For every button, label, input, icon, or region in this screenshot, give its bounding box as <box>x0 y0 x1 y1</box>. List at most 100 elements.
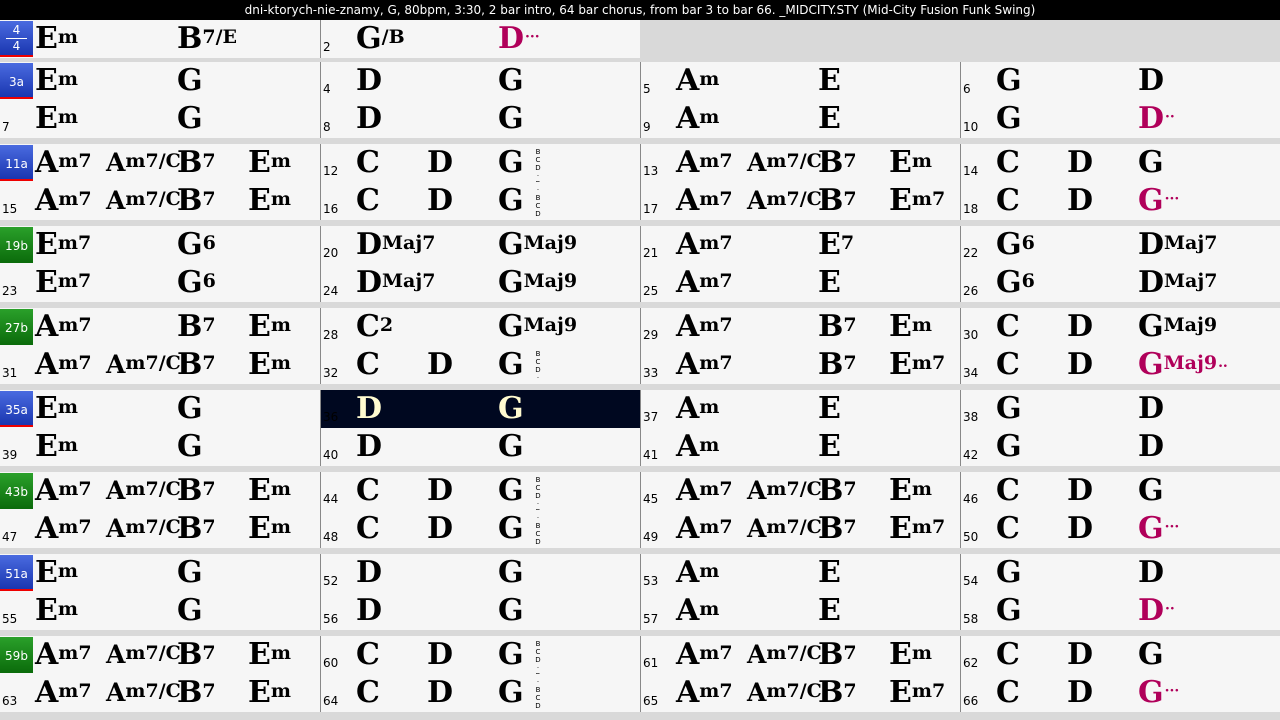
chord-symbol[interactable]: GMaj9 <box>1138 310 1217 344</box>
bar-cell[interactable]: 58 G D·· <box>960 592 1280 630</box>
chord-symbol[interactable]: D <box>1067 146 1093 180</box>
chord-symbol[interactable]: G <box>498 676 524 710</box>
chord-symbol[interactable]: Em <box>35 392 78 426</box>
bar-cell[interactable]: 53 Am E <box>640 554 960 592</box>
section-marker[interactable]: 3a <box>0 63 33 99</box>
chord-symbol[interactable]: G <box>498 430 524 464</box>
chord-symbol[interactable]: Am <box>676 430 719 464</box>
chord-symbol[interactable]: Am7 <box>35 146 92 180</box>
chord-symbol[interactable]: C <box>356 676 380 710</box>
chord-symbol[interactable]: Em <box>889 310 932 344</box>
bar-cell[interactable]: 50 C D G··· <box>960 510 1280 548</box>
chord-symbol[interactable]: Am7 <box>676 512 733 546</box>
bar-cell[interactable]: 48 C D G · B C D · <box>320 510 640 548</box>
section-marker[interactable]: 19b <box>0 227 33 263</box>
chord-symbol[interactable]: Em <box>248 638 291 672</box>
bar-cell[interactable]: 66 C D G··· <box>960 674 1280 712</box>
chord-symbol[interactable]: Am7/C <box>747 638 822 672</box>
chord-symbol[interactable]: D·· <box>1138 102 1175 136</box>
chord-symbol[interactable]: G <box>996 594 1022 628</box>
bar-cell[interactable]: 21 Am7 E7 <box>640 226 960 264</box>
chord-symbol[interactable]: C <box>996 146 1020 180</box>
chord-symbol[interactable]: G <box>1138 474 1164 508</box>
chord-symbol[interactable]: G <box>177 556 203 590</box>
chord-symbol[interactable]: G <box>498 184 524 218</box>
chord-symbol[interactable]: G <box>498 474 524 508</box>
chord-symbol[interactable]: Am <box>676 64 719 98</box>
bar-cell[interactable]: 65 Am7 Am7/C B7 Em7 <box>640 674 960 712</box>
chord-symbol[interactable]: C <box>356 512 380 546</box>
chord-symbol[interactable]: D <box>356 594 382 628</box>
chord-symbol[interactable]: G <box>498 638 524 672</box>
bar-cell[interactable]: 45 Am7 Am7/C B7 Em <box>640 472 960 510</box>
chord-symbol[interactable]: B7 <box>177 676 216 710</box>
chord-symbol[interactable]: Am7 <box>676 348 733 382</box>
section-marker[interactable]: 11a <box>0 145 33 181</box>
chord-symbol[interactable]: B7 <box>177 310 216 344</box>
chord-symbol[interactable]: G <box>498 512 524 546</box>
bar-cell[interactable]: 18 C D G··· <box>960 182 1280 220</box>
chord-symbol[interactable]: G··· <box>1138 512 1179 546</box>
chord-symbol[interactable]: B7 <box>818 474 857 508</box>
bar-cell[interactable]: 10 G D·· <box>960 100 1280 138</box>
bar-cell[interactable]: 30 C D GMaj9 <box>960 308 1280 346</box>
bar-cell[interactable]: 62 C D G <box>960 636 1280 674</box>
bar-cell[interactable]: 15 Am7 Am7/C B7 Em <box>0 182 320 220</box>
chord-symbol[interactable]: E <box>818 102 841 136</box>
bar-cell[interactable]: 33 Am7 B7 Em7 <box>640 346 960 384</box>
chord-symbol[interactable]: C <box>356 184 380 218</box>
chord-symbol[interactable]: G <box>996 556 1022 590</box>
chord-symbol[interactable]: D <box>1138 64 1164 98</box>
bar-cell[interactable]: 17 Am7 Am7/C B7 Em7 <box>640 182 960 220</box>
chord-symbol[interactable]: Em7 <box>889 676 945 710</box>
chord-symbol[interactable]: B7 <box>177 474 216 508</box>
chord-symbol[interactable]: C <box>356 146 380 180</box>
bar-cell[interactable]: 5 Am E <box>640 62 960 100</box>
chord-symbol[interactable]: D <box>427 184 453 218</box>
chord-symbol[interactable]: G <box>498 348 524 382</box>
bar-cell[interactable]: 34 C D GMaj9.. <box>960 346 1280 384</box>
bar-cell[interactable]: 9 Am E <box>640 100 960 138</box>
bar-cell[interactable]: 51a Em G <box>0 554 320 592</box>
section-marker[interactable]: 27b <box>0 309 33 345</box>
chord-symbol[interactable]: E <box>818 556 841 590</box>
chord-symbol[interactable]: D <box>427 676 453 710</box>
bar-cell[interactable]: 35a Em G <box>0 390 320 428</box>
chord-symbol[interactable]: DMaj7 <box>1138 228 1217 262</box>
bar-cell[interactable]: 27b Am7 B7 Em <box>0 308 320 346</box>
chord-symbol[interactable]: Am7 <box>676 638 733 672</box>
chord-symbol[interactable]: Am7/C <box>106 512 181 546</box>
chord-symbol[interactable]: Em7 <box>889 184 945 218</box>
chord-symbol[interactable]: B7 <box>177 146 216 180</box>
chord-symbol[interactable]: Am7 <box>35 512 92 546</box>
chord-symbol[interactable]: Am7 <box>35 184 92 218</box>
bar-cell[interactable]: 23 Em7 G6 <box>0 264 320 302</box>
chord-symbol[interactable]: Am7 <box>676 146 733 180</box>
chord-symbol[interactable]: B7 <box>177 348 216 382</box>
chord-symbol[interactable]: C <box>356 638 380 672</box>
chord-symbol[interactable]: GMaj9 <box>498 310 577 344</box>
bar-cell[interactable]: 25 Am7 E <box>640 264 960 302</box>
chord-symbol[interactable]: GMaj9 <box>498 228 577 262</box>
chord-symbol[interactable]: C <box>996 184 1020 218</box>
chord-symbol[interactable]: G <box>498 556 524 590</box>
chord-symbol[interactable]: D <box>1067 474 1093 508</box>
bar-cell[interactable]: 29 Am7 B7 Em <box>640 308 960 346</box>
chord-symbol[interactable]: G6 <box>177 228 216 262</box>
bar-cell[interactable]: 39 Em G <box>0 428 320 466</box>
bar-cell[interactable]: 8 D G <box>320 100 640 138</box>
section-marker[interactable]: 59b <box>0 637 33 673</box>
chord-symbol[interactable]: Am7/C <box>747 474 822 508</box>
chord-symbol[interactable]: Em <box>248 348 291 382</box>
chord-symbol[interactable]: DMaj7 <box>356 228 435 262</box>
bar-cell[interactable]: 4 D G <box>320 62 640 100</box>
bar-cell[interactable]: 7 Em G <box>0 100 320 138</box>
chord-symbol[interactable]: Am7 <box>35 348 92 382</box>
bar-cell[interactable]: 61 Am7 Am7/C B7 Em <box>640 636 960 674</box>
chord-symbol[interactable]: D <box>427 146 453 180</box>
chord-symbol[interactable]: C <box>996 474 1020 508</box>
bar-cell[interactable]: 16 C D G · B C D · <box>320 182 640 220</box>
chord-symbol[interactable]: D <box>1067 310 1093 344</box>
chord-symbol[interactable]: D·· <box>1138 594 1175 628</box>
chord-symbol[interactable]: Am7/C <box>106 474 181 508</box>
